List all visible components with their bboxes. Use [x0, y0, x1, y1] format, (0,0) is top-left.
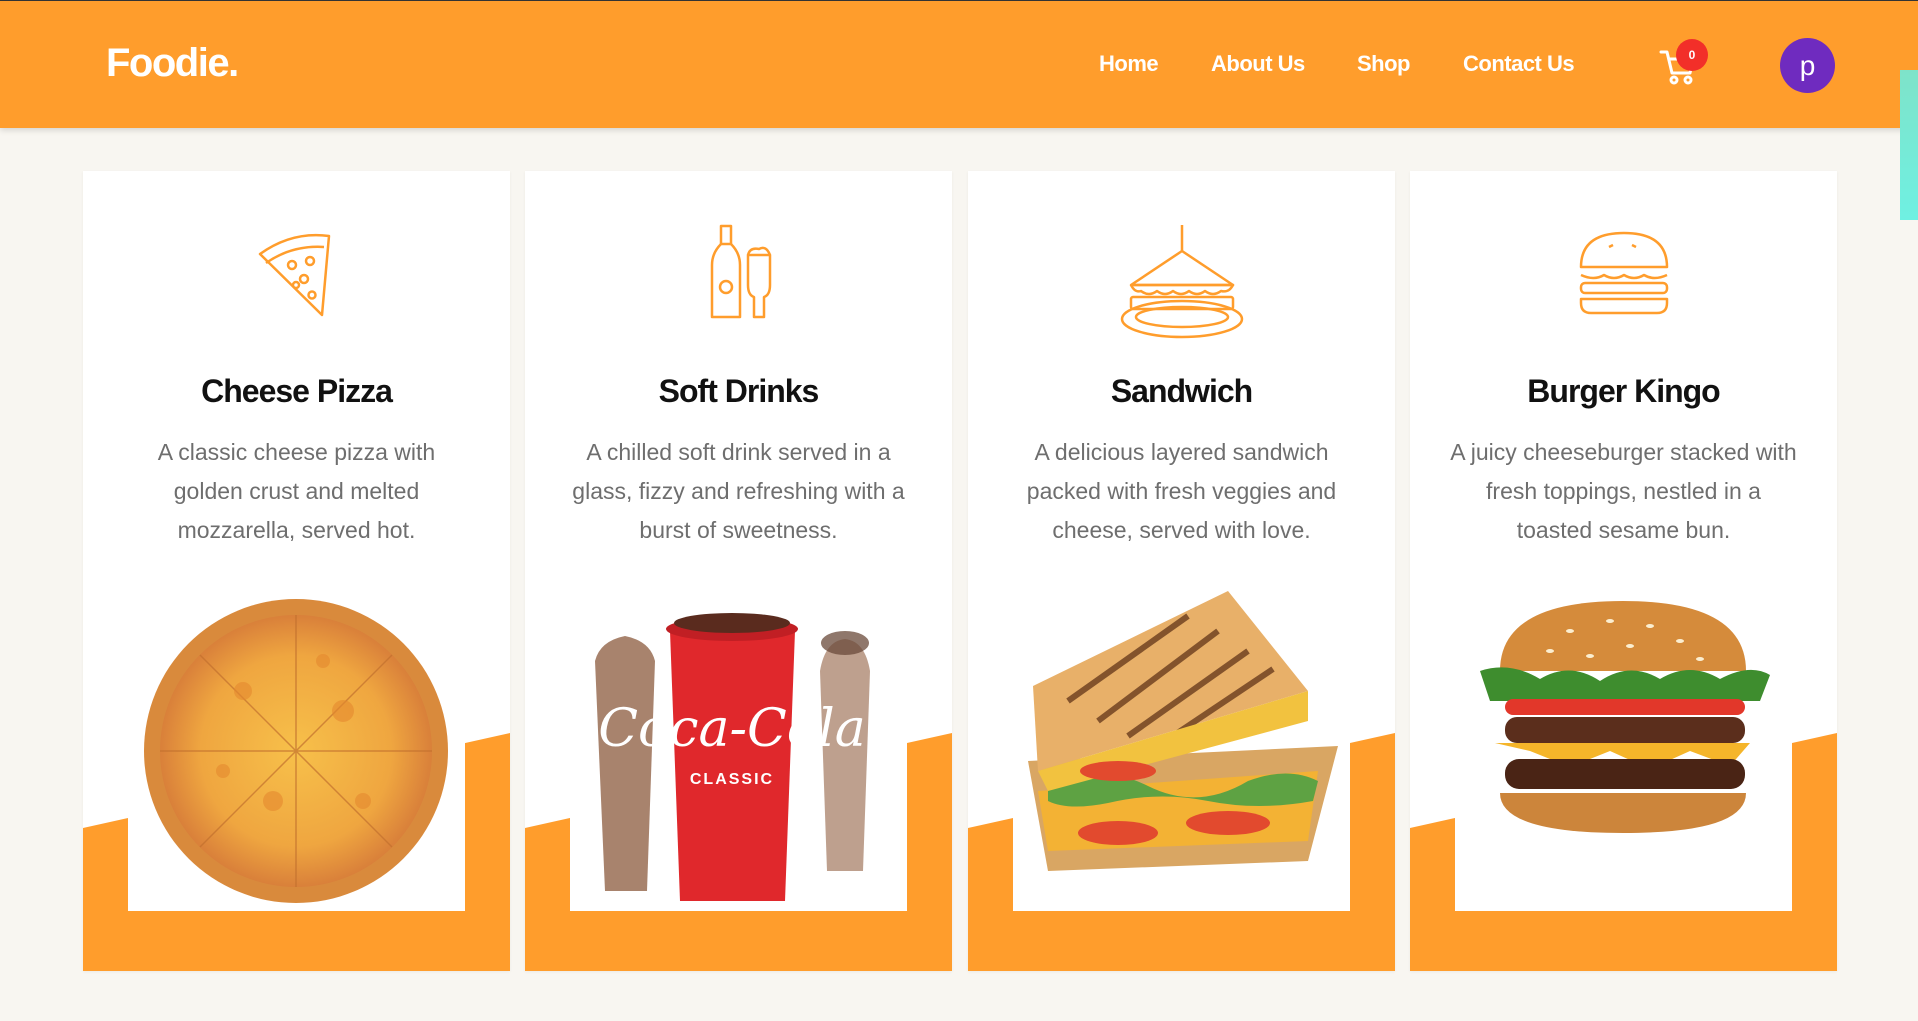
menu-card-burger-kingo[interactable]: Burger Kingo A juicy cheeseburger stacke…	[1410, 171, 1837, 971]
burger-icon	[1579, 231, 1668, 315]
burger-image	[1480, 601, 1770, 833]
top-navbar: Foodie. Home About Us Shop Contact Us 0 …	[0, 0, 1918, 128]
card-description: A delicious layered sandwich packed with…	[1026, 439, 1337, 543]
card-title: Burger Kingo	[1527, 373, 1720, 409]
bottle-and-glass-icon	[710, 224, 771, 319]
card-title: Soft Drinks	[658, 373, 820, 409]
nav-home[interactable]: Home	[1099, 51, 1159, 77]
cheese-pizza-image	[144, 599, 448, 903]
user-avatar[interactable]: p	[1780, 38, 1835, 93]
cup-brand-text: Coca-Cola	[598, 699, 866, 759]
cup-label-text: CLASSIC	[690, 771, 774, 788]
nav-contact-us[interactable]: Contact Us	[1463, 51, 1575, 77]
nav-shop[interactable]: Shop	[1357, 51, 1411, 77]
menu-card-soft-drinks[interactable]: Soft Drinks A chilled soft drink served …	[525, 171, 952, 971]
sandwich-icon	[1120, 225, 1243, 339]
card-description: A classic cheese pizza with golden crust…	[157, 439, 436, 543]
brand-logo[interactable]: Foodie.	[106, 41, 239, 86]
menu-card-sandwich[interactable]: Sandwich A delicious layered sandwich pa…	[968, 171, 1395, 971]
card-description: A chilled soft drink served in a glass, …	[572, 439, 905, 543]
menu-card-cheese-pizza[interactable]: Cheese Pizza A classic cheese pizza with…	[83, 171, 510, 971]
scroll-indicator	[1900, 70, 1918, 220]
nav-about-us[interactable]: About Us	[1211, 51, 1305, 77]
pizza-slice-icon	[258, 233, 330, 317]
card-title: Sandwich	[1110, 373, 1253, 409]
cart-count-badge: 0	[1676, 39, 1708, 71]
card-title: Cheese Pizza	[201, 373, 393, 409]
sandwich-image	[1028, 591, 1338, 871]
card-description: A juicy cheeseburger stacked with fresh …	[1450, 439, 1797, 543]
soft-drinks-image: Coca-Cola CLASSIC	[595, 613, 870, 901]
